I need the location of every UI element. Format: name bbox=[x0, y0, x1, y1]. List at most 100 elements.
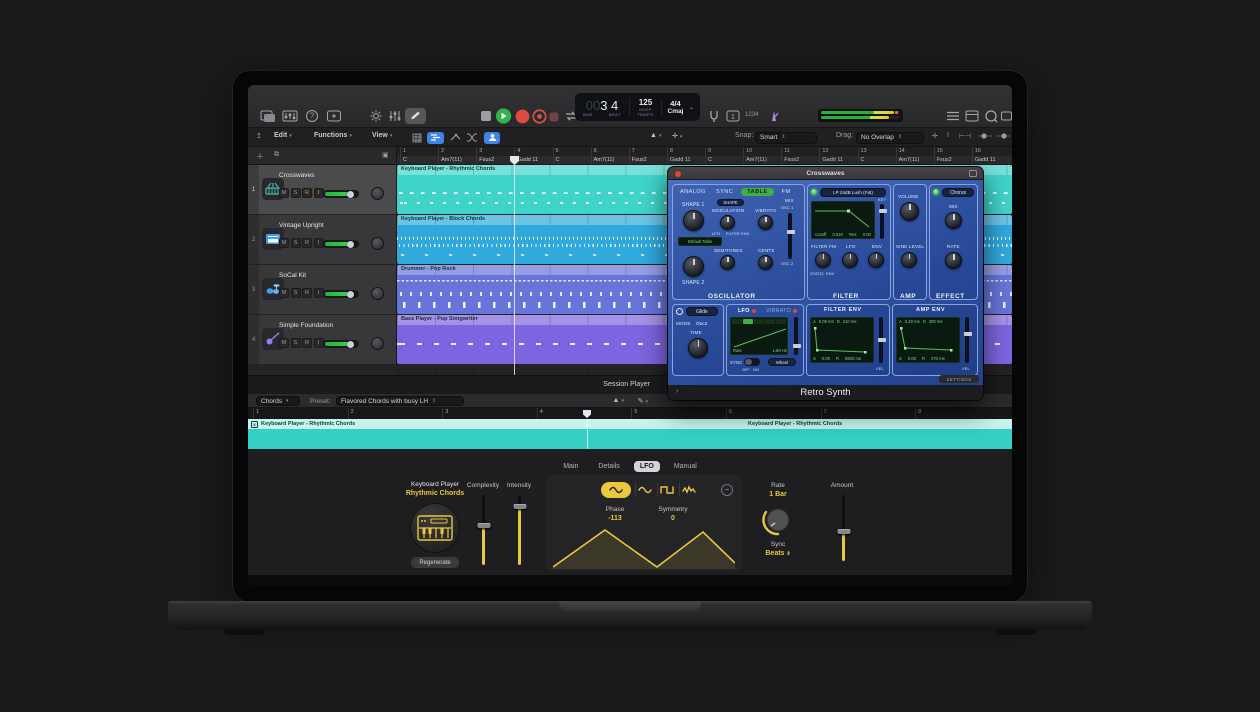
functions-menu[interactable]: Functions▾ bbox=[314, 132, 352, 139]
lcd-display[interactable]: 003 4 BARBEAT 125 KEEP TEMPO 4/4 Cmaj ⌄ bbox=[575, 93, 700, 121]
effect-type-dropdown[interactable]: Chorus bbox=[942, 188, 974, 197]
osc-tab-analog[interactable]: ANALOG bbox=[678, 188, 708, 196]
filter-preset-dropdown[interactable]: LP 24dB Lush (Fat) bbox=[820, 188, 886, 197]
piano-roll-view-icon[interactable] bbox=[427, 132, 444, 144]
bar-number[interactable]: 15 bbox=[934, 147, 972, 156]
editor-tab-main[interactable]: Main bbox=[557, 461, 584, 472]
shape2-knob[interactable] bbox=[683, 256, 704, 277]
lfo-sync-switch[interactable] bbox=[744, 358, 760, 366]
filter-lfo-knob[interactable] bbox=[842, 252, 858, 268]
bar-number[interactable]: 1 bbox=[400, 147, 438, 156]
square-wave-button[interactable] bbox=[657, 483, 675, 497]
filter-fm-knob[interactable] bbox=[815, 252, 831, 268]
add-track-button[interactable]: ＋ bbox=[256, 151, 264, 162]
amount-slider[interactable] bbox=[842, 495, 845, 561]
track-m-button[interactable]: M bbox=[279, 338, 289, 348]
editor-bar-number[interactable]: 1 bbox=[253, 408, 348, 419]
track-header[interactable]: 2Vintage UprightMSRI bbox=[248, 215, 397, 265]
symmetry-value[interactable]: 0 bbox=[643, 515, 703, 522]
lfo-waveshape-button[interactable] bbox=[743, 319, 753, 324]
track-header[interactable]: 4Simple FoundationMSRI bbox=[248, 315, 397, 365]
shape-mod-button[interactable]: SHAPE bbox=[717, 199, 744, 206]
semitones-knob[interactable] bbox=[720, 255, 735, 270]
chord-cell[interactable]: Fsus2 bbox=[629, 156, 667, 165]
chord-track[interactable]: CAm7(11)Fsus2Gadd 11CAm7(11)Fsus2Gadd 11… bbox=[397, 156, 1012, 165]
editor-pencil-tool[interactable]: ✎▾ bbox=[638, 397, 648, 405]
bar-number[interactable]: 7 bbox=[629, 147, 667, 156]
command-tool-menu[interactable]: ✛▾ bbox=[672, 132, 682, 140]
glide-mode-dropdown[interactable]: Glide bbox=[686, 307, 718, 316]
bar-number[interactable]: 5 bbox=[553, 147, 591, 156]
editor-tab-details[interactable]: Details bbox=[592, 461, 625, 472]
track-volume-slider[interactable] bbox=[323, 340, 359, 348]
grid-view-icon[interactable] bbox=[410, 132, 424, 144]
track-i-button[interactable]: I bbox=[314, 288, 324, 298]
quick-help-panels-icon[interactable] bbox=[260, 109, 276, 123]
osc-mix-slider[interactable] bbox=[788, 213, 792, 259]
lfo-via-dropdown[interactable]: Wheel bbox=[768, 358, 796, 366]
vibrato-tab[interactable]: VIBRATO bbox=[766, 308, 791, 314]
track-pan-knob[interactable] bbox=[371, 337, 384, 350]
text-tool-icon[interactable]: I bbox=[947, 132, 949, 139]
sine-wave-button[interactable] bbox=[601, 482, 631, 498]
automation-icon[interactable] bbox=[448, 132, 462, 144]
media-browser-icon[interactable] bbox=[1000, 109, 1012, 123]
editor-region-notes[interactable] bbox=[248, 429, 1012, 449]
playhead-line[interactable] bbox=[514, 156, 515, 375]
track-header[interactable]: 3SoCal KitMSRI bbox=[248, 265, 397, 315]
editor-bar-ruler[interactable]: 12345678 bbox=[248, 408, 1012, 419]
editor-region-strip[interactable]: x Keyboard Player - Rhythmic Chords Keyb… bbox=[248, 419, 1012, 449]
volume-knob[interactable] bbox=[900, 202, 919, 221]
track-m-button[interactable]: M bbox=[279, 188, 289, 198]
chord-cell[interactable]: Am7(11) bbox=[591, 156, 629, 165]
bar-number[interactable]: 10 bbox=[743, 147, 781, 156]
edit-menu[interactable]: Edit▾ bbox=[274, 132, 292, 139]
track-m-button[interactable]: M bbox=[279, 238, 289, 248]
osc-tab-table[interactable]: TABLE bbox=[741, 188, 773, 196]
wavetable-display[interactable]: Default Table bbox=[678, 237, 722, 246]
glide-mode-value[interactable]: Osc2 bbox=[696, 321, 708, 326]
regenerate-button[interactable]: Regenerate bbox=[411, 557, 459, 568]
quick-help-icon[interactable] bbox=[368, 109, 384, 123]
inspector-icon[interactable] bbox=[326, 109, 342, 123]
track-header[interactable]: 1CrosswavesMSRI bbox=[248, 165, 397, 215]
track-r-button[interactable]: R bbox=[302, 188, 312, 198]
bar-number[interactable]: 16 bbox=[972, 147, 1010, 156]
effect-power-led[interactable] bbox=[933, 189, 939, 195]
trim-tool-icon[interactable]: ⊢⊣ bbox=[959, 132, 971, 140]
amp-env-display[interactable]: A0.40 ms D300 ms S0.00 R270 ms bbox=[896, 317, 960, 363]
chord-cell[interactable]: C bbox=[858, 156, 896, 165]
bar-number[interactable]: 11 bbox=[781, 147, 819, 156]
filter-display[interactable]: Cutoff 0.510 Res 0.00 bbox=[811, 201, 875, 239]
horizontal-zoom-slider[interactable] bbox=[996, 132, 1010, 142]
chord-cell[interactable]: Gadd 11 bbox=[514, 156, 552, 165]
record-button[interactable] bbox=[515, 109, 530, 124]
stop-button[interactable] bbox=[478, 109, 494, 123]
track-r-button[interactable]: R bbox=[302, 338, 312, 348]
lfo-tab[interactable]: LFO bbox=[738, 308, 750, 314]
track-s-button[interactable]: S bbox=[291, 188, 301, 198]
count-in-icon[interactable]: 1234 bbox=[745, 112, 763, 126]
effect-rate-knob[interactable] bbox=[945, 252, 962, 269]
bar-number[interactable]: 13 bbox=[858, 147, 896, 156]
flex-icon[interactable] bbox=[465, 132, 479, 144]
track-pan-knob[interactable] bbox=[371, 187, 384, 200]
track-i-button[interactable]: I bbox=[314, 238, 324, 248]
chord-cell[interactable]: Am7(11) bbox=[743, 156, 781, 165]
chord-cell[interactable]: Fsus2 bbox=[476, 156, 514, 165]
glide-power-icon[interactable] bbox=[676, 308, 683, 315]
chord-cell[interactable]: C bbox=[400, 156, 438, 165]
vertical-zoom-slider[interactable] bbox=[978, 132, 992, 142]
solo-mode-icon[interactable]: 1 bbox=[725, 109, 741, 123]
bar-number[interactable]: 3 bbox=[476, 147, 514, 156]
settings-button[interactable]: SETTINGS bbox=[939, 375, 979, 383]
catch-playhead-icon[interactable]: ↥ bbox=[256, 132, 262, 140]
view-menu[interactable]: View▾ bbox=[372, 132, 392, 139]
filter-env-display[interactable]: A0.00 ms D210 ms S0.00 R8500 ms bbox=[810, 317, 874, 363]
chord-cell[interactable]: Gadd 11 bbox=[667, 156, 705, 165]
editor-bar-number[interactable]: 8 bbox=[915, 408, 1010, 419]
track-volume-slider[interactable] bbox=[323, 290, 359, 298]
track-name[interactable]: Vintage Upright bbox=[279, 222, 324, 229]
bar-number[interactable]: 9 bbox=[705, 147, 743, 156]
chord-cell[interactable]: Am7(11) bbox=[438, 156, 476, 165]
